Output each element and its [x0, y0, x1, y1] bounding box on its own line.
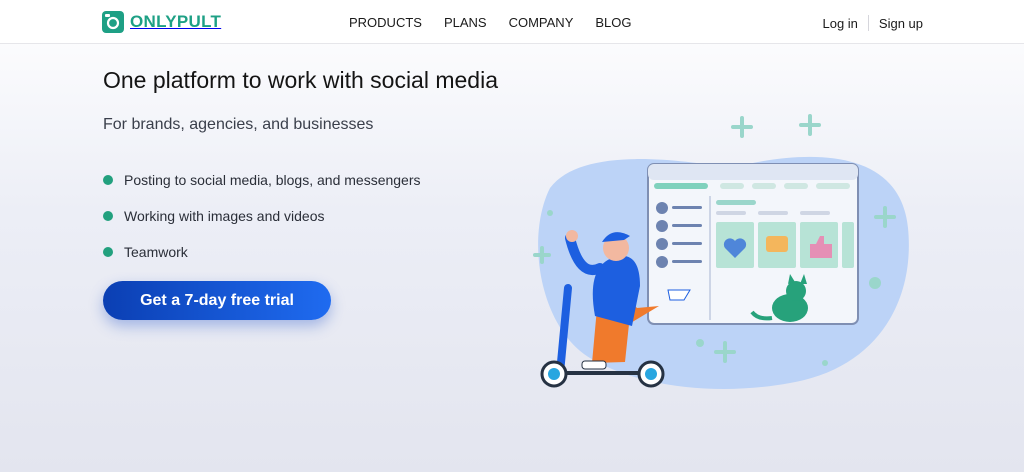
bullet-dot-icon	[103, 175, 113, 185]
feature-item: Teamwork	[103, 234, 421, 270]
chat-icon	[766, 236, 788, 252]
camera-logo-icon	[102, 11, 124, 33]
feature-item: Working with images and videos	[103, 198, 421, 234]
hero-illustration	[533, 114, 909, 390]
feature-list: Posting to social media, blogs, and mess…	[103, 162, 421, 270]
login-link[interactable]: Log in	[822, 16, 857, 31]
nav-company[interactable]: COMPANY	[509, 15, 574, 30]
top-navbar: ONLYPULT PRODUCTS PLANS COMPANY BLOG Log…	[0, 0, 1024, 44]
feature-text: Posting to social media, blogs, and mess…	[124, 172, 421, 188]
main-nav: PRODUCTS PLANS COMPANY BLOG	[349, 15, 631, 30]
feature-text: Teamwork	[124, 244, 188, 260]
auth-divider	[867, 15, 869, 31]
feature-text: Working with images and videos	[124, 208, 325, 224]
auth-links: Log in Sign up	[822, 15, 923, 31]
hero-title: One platform to work with social media	[103, 67, 498, 93]
free-trial-button[interactable]: Get a 7-day free trial	[103, 281, 331, 320]
brand-name: ONLYPULT	[130, 12, 222, 31]
feature-item: Posting to social media, blogs, and mess…	[103, 162, 421, 198]
bullet-dot-icon	[103, 211, 113, 221]
nav-blog[interactable]: BLOG	[595, 15, 631, 30]
signup-link[interactable]: Sign up	[879, 16, 923, 31]
hero-subtitle: For brands, agencies, and businesses	[103, 116, 374, 133]
bullet-dot-icon	[103, 247, 113, 257]
logo[interactable]: ONLYPULT	[102, 11, 221, 33]
nav-products[interactable]: PRODUCTS	[349, 15, 422, 30]
nav-plans[interactable]: PLANS	[444, 15, 487, 30]
